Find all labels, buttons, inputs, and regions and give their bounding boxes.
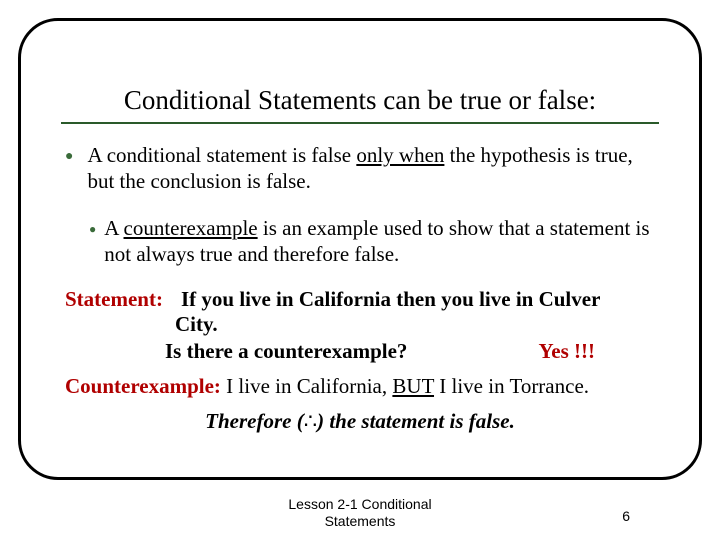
statement-row: Statement: If you live in California the… <box>65 287 655 312</box>
page-number: 6 <box>622 508 630 524</box>
statement-line2: City. <box>175 312 655 337</box>
spacer <box>163 287 181 312</box>
underlined-text: only when <box>356 143 444 167</box>
statement-block: Statement: If you live in California the… <box>65 287 655 337</box>
underlined-text: counterexample <box>124 216 258 240</box>
text: A conditional statement is false <box>87 143 356 167</box>
bullet1-text: A conditional statement is false only wh… <box>87 142 655 195</box>
footer-line1: Lesson 2-1 Conditional <box>0 496 720 513</box>
footer-line2: Statements <box>0 513 720 530</box>
answer-text: Yes !!! <box>538 339 595 364</box>
question-row: Is there a counterexample? Yes !!! <box>65 343 655 364</box>
statement-label: Statement: <box>65 287 163 312</box>
slide: Conditional Statements can be true or fa… <box>0 0 720 540</box>
title-underline <box>61 122 659 124</box>
underlined-text: BUT <box>392 374 434 398</box>
slide-title: Conditional Statements can be true or fa… <box>55 85 665 116</box>
bullet2-text: A counterexample is an example used to s… <box>104 215 655 268</box>
bullet-level2: ● A counterexample is an example used to… <box>89 215 655 268</box>
bullet-dot-icon: ● <box>89 222 96 268</box>
statement-line1: If you live in California then you live … <box>181 287 600 312</box>
therefore-line: Therefore (∴) the statement is false. <box>55 409 665 434</box>
bullet-dot-icon: ● <box>65 148 73 195</box>
text: Therefore ( <box>205 409 304 433</box>
therefore-symbol: ∴ <box>304 409 317 433</box>
counterexample-label: Counterexample: <box>65 374 221 398</box>
slide-footer: Lesson 2-1 Conditional Statements <box>0 496 720 530</box>
footer-title: Lesson 2-1 Conditional Statements <box>0 496 720 530</box>
text: ) the statement is false. <box>317 409 515 433</box>
slide-frame: Conditional Statements can be true or fa… <box>18 18 702 480</box>
bullet-level1: ● A conditional statement is false only … <box>65 142 655 195</box>
text: A <box>104 216 123 240</box>
counterexample-line: Counterexample: I live in California, BU… <box>65 374 655 399</box>
text: I live in Torrance. <box>434 374 589 398</box>
text: I live in California, <box>221 374 392 398</box>
question-text: Is there a counterexample? <box>165 339 407 364</box>
